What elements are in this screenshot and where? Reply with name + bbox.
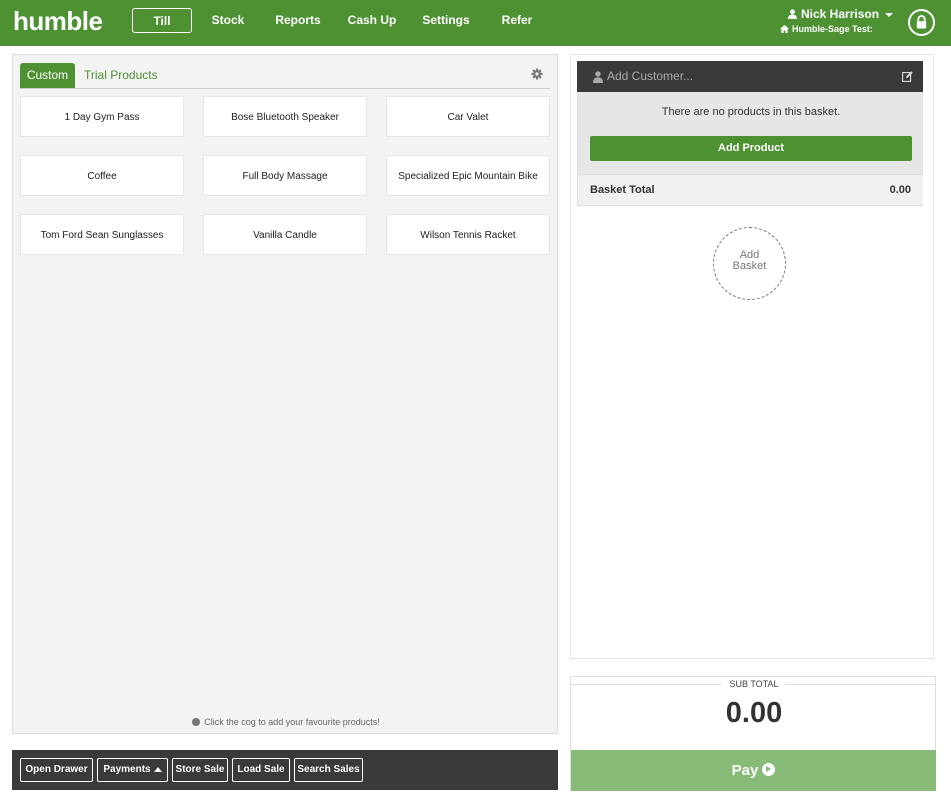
payments-button[interactable]: Payments [97,758,168,782]
arrow-right-circle-icon [762,763,776,776]
products-panel: Custom Trial Products 1 Day Gym Pass Bos… [12,54,558,734]
search-sales-button[interactable]: Search Sales [294,758,363,782]
bottom-toolbar: Open Drawer Payments Store Sale Load Sal… [12,750,558,790]
add-basket-label-2: Basket [732,260,767,272]
tab-trial-products[interactable]: Trial Products [84,63,158,88]
product-tile[interactable]: Full Body Massage [203,155,367,196]
nav-cash-up[interactable]: Cash Up [344,8,400,33]
subtotal-panel: SUB TOTAL 0.00 Pay [570,676,936,791]
nav-stock[interactable]: Stock [206,8,250,33]
chevron-down-icon [885,12,894,17]
user-menu[interactable]: Nick Harrison [788,7,894,21]
product-tile[interactable]: Coffee [20,155,184,196]
load-sale-button[interactable]: Load Sale [232,758,290,782]
home-icon [780,25,789,33]
product-tile[interactable]: Wilson Tennis Racket [386,214,550,255]
product-tile[interactable]: Vanilla Candle [203,214,367,255]
basket-total-row: Basket Total 0.00 [578,174,923,205]
product-tabs: Custom Trial Products [20,63,550,89]
store-name: Humble-Sage Test: [780,24,873,34]
edit-icon[interactable] [902,71,913,82]
pay-button[interactable]: Pay [571,750,936,791]
add-product-button[interactable]: Add Product [590,136,912,161]
product-tile[interactable]: Tom Ford Sean Sunglasses [20,214,184,255]
nav-till[interactable]: Till [132,8,192,33]
hint-text: Click the cog to add your favourite prod… [204,717,380,727]
person-icon [593,71,603,83]
gear-icon[interactable] [531,68,543,80]
store-label: Humble-Sage Test: [792,24,873,34]
info-icon [192,718,201,726]
product-tile[interactable]: Bose Bluetooth Speaker [203,96,367,137]
empty-basket-message: There are no products in this basket. [661,106,841,118]
basket-total-value: 0.00 [889,184,911,196]
humble-logo[interactable]: humble [13,6,103,37]
add-customer-placeholder: Add Customer... [607,69,694,83]
payments-label: Payments [103,764,151,775]
nav-reports[interactable]: Reports [270,8,326,33]
add-basket-button[interactable]: Add Basket [713,227,786,300]
nav-settings[interactable]: Settings [418,8,474,33]
top-nav-bar: humble Till Stock Reports Cash Up Settin… [0,0,951,46]
product-tile[interactable]: 1 Day Gym Pass [20,96,184,137]
store-sale-button[interactable]: Store Sale [172,758,228,782]
basket-body: There are no products in this basket. Ad… [577,92,923,206]
user-icon [788,9,797,19]
basket-panel: Add Customer... There are no products in… [570,54,934,659]
add-customer-field[interactable]: Add Customer... [577,61,923,92]
lock-icon [916,15,927,29]
basket-total-label: Basket Total [590,184,655,196]
open-drawer-button[interactable]: Open Drawer [20,758,93,782]
favourites-hint: Click the cog to add your favourite prod… [13,717,559,727]
chevron-up-icon [153,766,162,772]
nav-refer[interactable]: Refer [496,8,538,33]
tab-custom[interactable]: Custom [20,63,75,88]
product-tile[interactable]: Specialized Epic Mountain Bike [386,155,550,196]
lock-button[interactable] [908,9,935,36]
sub-total-label: SUB TOTAL [729,679,779,689]
product-tile[interactable]: Car Valet [386,96,550,137]
user-name: Nick Harrison [801,7,880,21]
sub-total-value: 0.00 [725,697,783,729]
pay-label: Pay [731,762,759,779]
